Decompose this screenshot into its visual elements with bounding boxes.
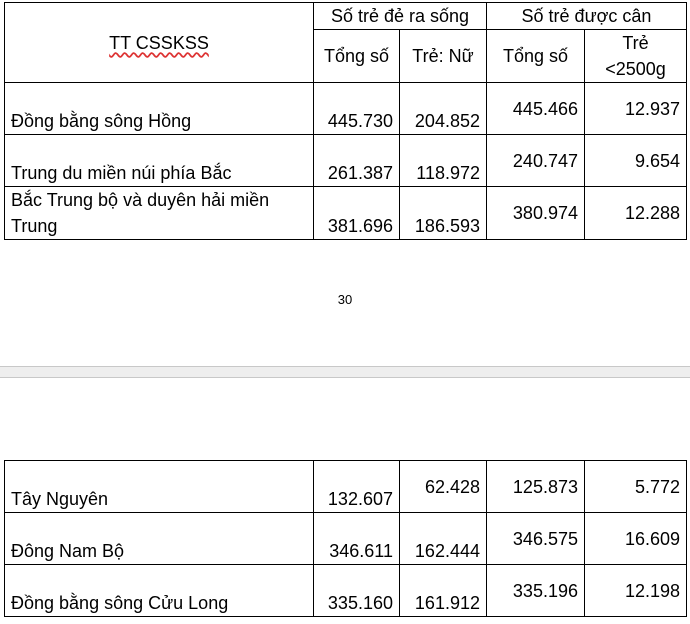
table-row: Đồng bằng sông Cửu Long 335.160 161.912 …	[4, 564, 687, 617]
header-weighed-total: Tổng số	[486, 29, 585, 83]
header-live-births: Số trẻ đẻ ra sống	[313, 2, 487, 30]
cell-live-total: 445.730	[313, 82, 400, 135]
statistics-table-top: TT CSSKSS Số trẻ đẻ ra sống Số trẻ được …	[4, 2, 687, 240]
table-row: Trung du miền núi phía Bắc 261.387 118.9…	[4, 134, 687, 187]
cell-region: Trung du miền núi phía Bắc	[4, 134, 314, 187]
cell-weighed-low: 12.288	[584, 186, 687, 240]
header-weighed: Số trẻ được cân	[486, 2, 687, 30]
table-row: Đông Nam Bộ 346.611 162.444 346.575 16.6…	[4, 512, 687, 565]
cell-weighed-total: 240.747	[486, 134, 585, 187]
cell-live-total: 335.160	[313, 564, 400, 617]
cell-live-total: 132.607	[313, 460, 400, 513]
cell-region: Đông Nam Bộ	[4, 512, 314, 565]
table-row: Đồng bằng sông Hồng 445.730 204.852 445.…	[4, 82, 687, 135]
cell-region: Bắc Trung bộ và duyên hải miền Trung	[4, 186, 314, 240]
cell-weighed-total: 335.196	[486, 564, 585, 617]
page-break	[0, 366, 690, 378]
cell-weighed-total: 380.974	[486, 186, 585, 240]
cell-live-total: 381.696	[313, 186, 400, 240]
cell-weighed-low: 16.609	[584, 512, 687, 565]
cell-region: Đồng bằng sông Hồng	[4, 82, 314, 135]
cell-region: Tây Nguyên	[4, 460, 314, 513]
cell-live-total: 261.387	[313, 134, 400, 187]
page-number: 30	[337, 292, 353, 307]
table-row: Bắc Trung bộ và duyên hải miền Trung 381…	[4, 186, 687, 240]
cell-weighed-low: 5.772	[584, 460, 687, 513]
cell-live-female: 162.444	[399, 512, 487, 565]
cell-weighed-low: 12.198	[584, 564, 687, 617]
cell-region: Đồng bằng sông Cửu Long	[4, 564, 314, 617]
cell-weighed-low: 9.654	[584, 134, 687, 187]
cell-live-female: 186.593	[399, 186, 487, 240]
cell-weighed-total: 445.466	[486, 82, 585, 135]
cell-live-total: 346.611	[313, 512, 400, 565]
header-region: TT CSSKSS	[4, 2, 314, 83]
table-row: Tây Nguyên 132.607 62.428 125.873 5.772	[4, 460, 687, 513]
cell-weighed-total: 125.873	[486, 460, 585, 513]
cell-weighed-total: 346.575	[486, 512, 585, 565]
header-live-total: Tổng số	[313, 29, 400, 83]
cell-live-female: 161.912	[399, 564, 487, 617]
cell-live-female: 204.852	[399, 82, 487, 135]
cell-live-female: 118.972	[399, 134, 487, 187]
cell-live-female: 62.428	[399, 460, 487, 513]
statistics-table-bottom: Tây Nguyên 132.607 62.428 125.873 5.772 …	[4, 460, 687, 617]
document-page-top: TT CSSKSS Số trẻ đẻ ra sống Số trẻ được …	[0, 0, 690, 366]
header-weighed-low: Trẻ <2500g	[584, 29, 687, 83]
cell-weighed-low: 12.937	[584, 82, 687, 135]
header-live-female: Trẻ: Nữ	[399, 29, 487, 83]
